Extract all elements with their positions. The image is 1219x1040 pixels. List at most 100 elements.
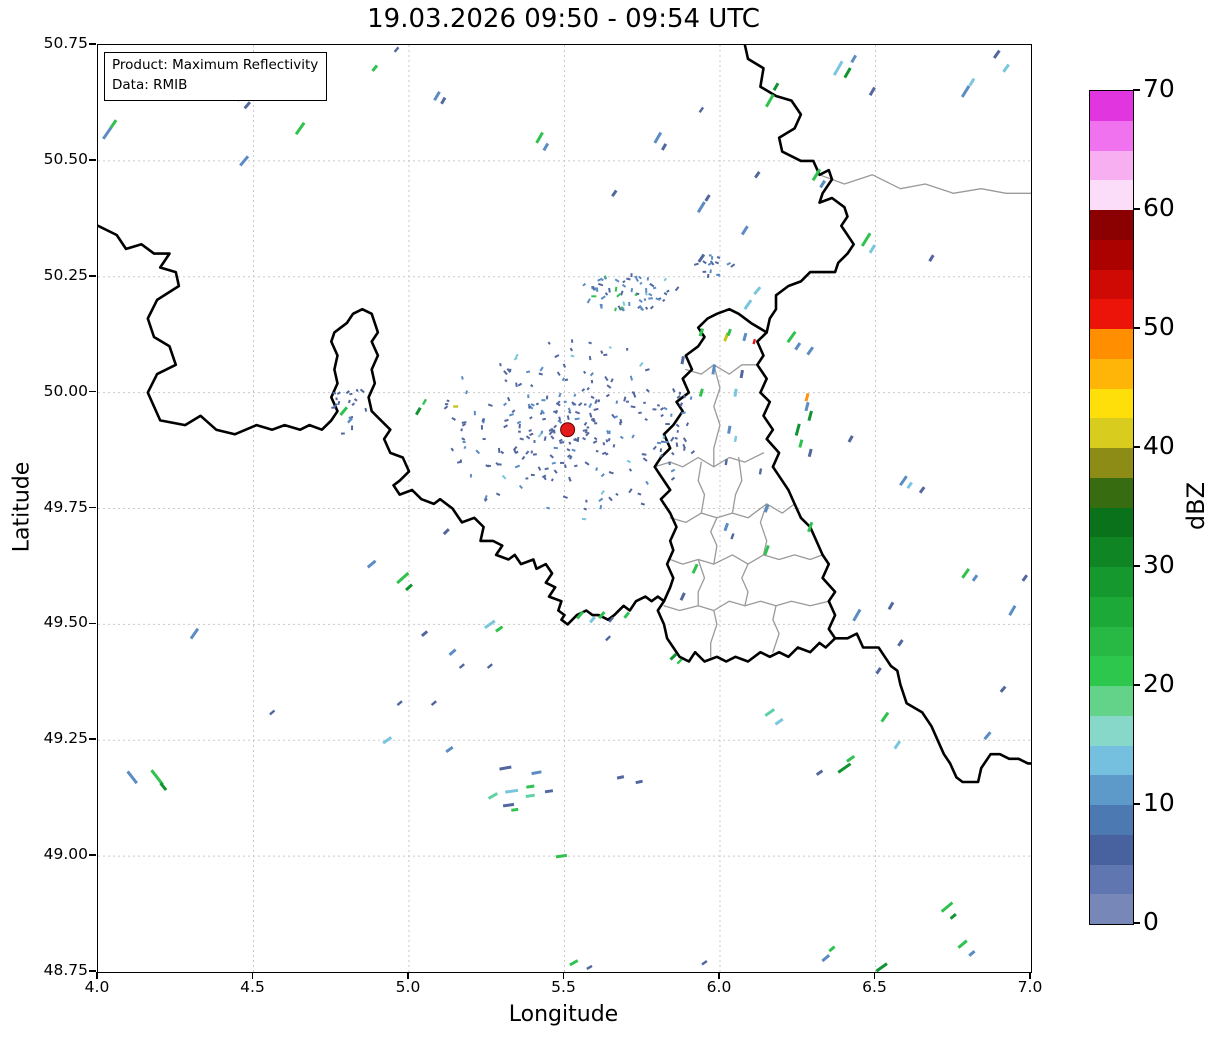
radar-echo — [758, 468, 763, 475]
clutter-speckle — [495, 462, 500, 466]
colorbar-tick-mark — [1133, 89, 1140, 91]
radar-echo — [555, 853, 568, 859]
clutter-speckle — [608, 346, 612, 349]
clutter-speckle — [670, 476, 676, 481]
radar-echo — [495, 625, 504, 633]
radar-echo — [623, 611, 631, 619]
radar-echo — [680, 355, 685, 365]
clutter-speckle — [503, 402, 508, 407]
radar-echo — [961, 568, 971, 579]
clutter-speckle — [540, 430, 544, 435]
radar-echo — [433, 90, 441, 102]
clutter-speckle — [652, 445, 657, 451]
clutter-speckle — [641, 453, 647, 456]
clutter-speckle — [538, 372, 543, 376]
clutter-speckle — [680, 411, 686, 415]
region-border — [731, 456, 743, 514]
clutter-speckle — [615, 492, 619, 497]
clutter-speckle — [562, 363, 567, 368]
clutter-speckle — [709, 269, 712, 274]
radar-echo — [542, 142, 550, 152]
radar-echo — [804, 393, 810, 402]
clutter-speckle — [586, 298, 591, 304]
clutter-speckle — [648, 292, 653, 297]
clutter-speckle — [623, 396, 627, 402]
colorbar-segment — [1090, 686, 1133, 716]
radar-echo — [294, 121, 306, 136]
colorbar-tick-label: 10 — [1143, 788, 1175, 817]
clutter-speckle — [553, 469, 558, 474]
clutter-speckle — [519, 437, 524, 441]
region-border — [654, 452, 765, 468]
clutter-speckle — [702, 260, 707, 265]
region-border — [741, 563, 749, 607]
colorbar-segment — [1090, 269, 1133, 300]
radar-echo — [487, 792, 499, 800]
colorbar-segment — [1090, 448, 1133, 478]
clutter-speckle — [638, 275, 642, 280]
clutter-speckle — [556, 371, 561, 376]
clutter-speckle — [487, 403, 493, 407]
clutter-speckle — [638, 304, 644, 310]
clutter-speckle — [639, 361, 644, 367]
radar-echo — [1008, 604, 1017, 616]
region-border — [818, 174, 1031, 194]
clutter-speckle — [608, 287, 611, 293]
clutter-speckle — [353, 398, 358, 402]
clutter-speckle — [639, 281, 643, 285]
colorbar-segment — [1090, 120, 1133, 151]
clutter-speckle — [537, 433, 542, 438]
clutter-speckle — [568, 410, 572, 414]
clutter-speckle — [604, 292, 609, 296]
radar-echo — [109, 119, 118, 129]
radar-echo — [102, 126, 113, 140]
region-border — [772, 605, 780, 653]
clutter-speckle — [588, 341, 592, 345]
clutter-speckle — [614, 307, 617, 312]
clutter-speckle — [644, 306, 649, 310]
clutter-speckle — [568, 478, 572, 482]
clutter-speckle — [443, 405, 449, 410]
radar-echo — [669, 652, 678, 661]
radar-echo — [828, 945, 836, 953]
clutter-speckle — [605, 393, 610, 398]
radar-echo — [239, 155, 250, 167]
clutter-speckle — [504, 379, 508, 383]
clutter-speckle — [682, 443, 686, 449]
y-tick-label: 49.75 — [43, 497, 88, 516]
plot-area: Product: Maximum Reflectivity Data: RMIB — [97, 44, 1032, 973]
colorbar-segment — [1090, 596, 1133, 627]
clutter-speckle — [530, 403, 535, 407]
radar-echo — [960, 85, 971, 98]
clutter-speckle — [603, 353, 608, 357]
colorbar-segment — [1090, 507, 1133, 538]
clutter-speckle — [592, 440, 598, 444]
map-canvas — [98, 45, 1031, 972]
colorbar-tick-mark — [1133, 446, 1140, 448]
radar-echo — [899, 475, 908, 487]
colorbar-tick-label: 30 — [1143, 550, 1175, 579]
clutter-speckle — [689, 396, 693, 400]
radar-echo — [897, 639, 904, 647]
radar-echo — [880, 711, 890, 723]
radar-echo — [611, 189, 618, 198]
clutter-speckle — [621, 283, 627, 288]
clutter-speckle — [569, 455, 573, 460]
clutter-speckle — [581, 388, 586, 392]
clutter-speckle — [631, 434, 635, 439]
clutter-speckle — [628, 488, 633, 494]
radar-echo — [698, 388, 704, 397]
clutter-speckle — [714, 261, 720, 265]
region-border — [697, 461, 706, 514]
clutter-speckle — [574, 417, 580, 421]
radar-echo — [837, 762, 852, 774]
clutter-speckle — [499, 362, 502, 367]
radar-echo — [150, 769, 164, 786]
clutter-speckle — [620, 306, 624, 310]
clutter-speckle — [690, 450, 696, 455]
clutter-speckle — [659, 448, 663, 453]
data-source-line: Data: RMIB — [112, 77, 188, 94]
radar-echo — [486, 663, 493, 669]
x-tick-label: 5.5 — [551, 978, 576, 996]
radar-echo — [531, 770, 542, 776]
